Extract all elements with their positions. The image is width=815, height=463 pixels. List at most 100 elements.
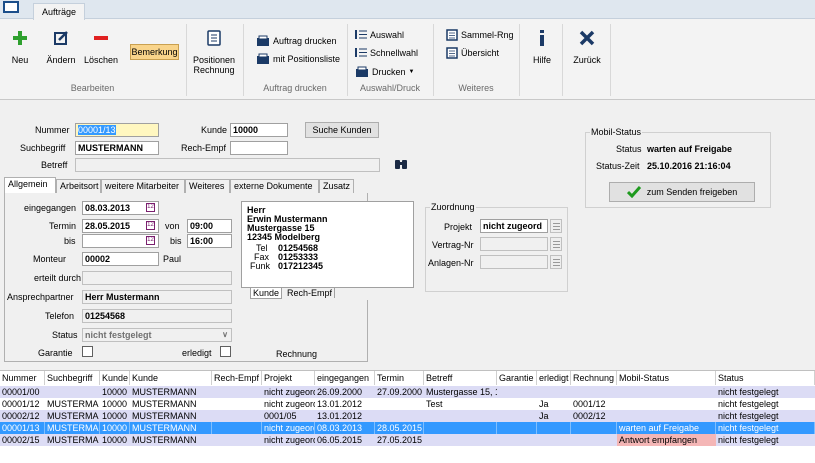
kunde-field[interactable]: 10000 [230, 123, 288, 137]
calendar-icon[interactable]: 12 [146, 221, 155, 230]
monteur-field[interactable]: 00002 [82, 252, 159, 266]
address-tab-rech-empf[interactable]: Rech-Empf [285, 288, 336, 298]
rech-empf-field[interactable] [230, 141, 288, 155]
address-city: 12345 Modelberg [247, 232, 321, 242]
column-header[interactable]: Rechnung [571, 371, 617, 385]
address-tab-kunde[interactable]: Kunde [250, 288, 283, 299]
edit-button[interactable]: Ändern [45, 30, 77, 65]
erledigt-label: erledigt [182, 348, 212, 358]
search-customer-button[interactable]: Suche Kunden [305, 122, 379, 138]
table-row[interactable]: 00002/12 MUSTERMA 10000 MUSTERMANN 0001/05 13… [0, 410, 815, 422]
column-header[interactable]: Suchbegriff [45, 371, 100, 385]
release-send-button[interactable]: zum Senden freigeben [609, 182, 755, 202]
vertrag-lookup-icon[interactable] [550, 237, 562, 251]
table-cell [45, 386, 100, 398]
ansprechpartner-field[interactable]: Herr Mustermann [82, 290, 232, 304]
binoculars-icon[interactable] [394, 157, 408, 171]
table-cell: 10000 [102, 387, 128, 397]
column-header[interactable]: Status [716, 371, 815, 385]
garantie-checkbox[interactable] [82, 346, 93, 357]
column-header[interactable]: Termin [375, 371, 424, 385]
projekt-lookup-icon[interactable] [550, 219, 562, 233]
selection-button[interactable]: Auswahl [355, 29, 404, 40]
column-header[interactable]: Kunde [130, 371, 212, 385]
list-icon [355, 48, 367, 57]
remark-button[interactable]: Bemerkung [130, 44, 179, 60]
table-row[interactable]: 00001/12 MUSTERMA 10000 MUSTERMANN nicht zug… [0, 398, 815, 410]
column-header[interactable]: Rech-Empf [212, 371, 262, 385]
status-label: Status [52, 330, 78, 340]
tab-externe-dokumente[interactable]: externe Dokumente [230, 179, 319, 193]
tab-allgemein[interactable]: Allgemein [4, 177, 56, 193]
status-select[interactable]: nicht festgelegt ∨ [82, 328, 232, 342]
mobile-status-title: Mobil-Status [590, 127, 643, 137]
table-row[interactable]: 00001/13 MUSTERMA 10000 MUSTERMANN nicht zug… [0, 422, 815, 434]
column-header[interactable]: eingegangen [315, 371, 375, 385]
von-time-field[interactable]: 09:00 [187, 219, 232, 233]
anlagen-lookup-icon[interactable] [550, 255, 562, 269]
table-row[interactable]: 00001/00 10000 MUSTERMANN nicht zugeord 26.0… [0, 386, 815, 398]
group-label-bearbeiten: Bearbeiten [70, 83, 115, 93]
table-cell: nicht festgelegt [718, 435, 779, 445]
column-header[interactable]: erledigt [537, 371, 571, 385]
printer-icon [257, 35, 269, 46]
mobile-status-time-value: 25.10.2016 21:16:04 [647, 161, 731, 171]
new-button[interactable]: Neu [8, 30, 32, 65]
tab-zusatz[interactable]: Zusatz [319, 179, 354, 193]
kunde-label: Kunde [201, 125, 228, 135]
erteilt-field[interactable] [82, 271, 232, 285]
print-order-button[interactable]: Auftrag drucken [256, 35, 337, 47]
column-header[interactable]: Mobil-Status [617, 371, 716, 385]
tab-weiteres[interactable]: Weiteres [185, 179, 230, 193]
betreff-label: Betreff [41, 160, 68, 170]
bis-time-field[interactable]: 16:00 [187, 234, 232, 248]
anlagen-label: Anlagen-Nr [428, 258, 474, 268]
quick-select-button[interactable]: Schnellwahl [355, 47, 418, 58]
tab-auftraege[interactable]: Aufträge [33, 3, 85, 20]
column-header[interactable]: Kunde [100, 371, 130, 385]
app-menu-icon[interactable] [3, 1, 19, 13]
table-cell [571, 434, 617, 446]
positions-invoice-button[interactable]: Positionen Rechnung [192, 30, 236, 75]
plus-icon [13, 31, 27, 45]
collective-invoice-button[interactable]: Sammel-Rng [446, 29, 514, 41]
nummer-field[interactable]: 00001/13 [75, 123, 159, 137]
column-header[interactable]: Garantie [497, 371, 537, 385]
suchbegriff-label: Suchbegriff [20, 143, 66, 153]
table-cell: 27.05.2015 [377, 435, 423, 445]
table-cell: nicht zugeord [264, 422, 315, 434]
table-cell: MUSTERMA [47, 399, 99, 409]
table-cell: 08.03.2013 [315, 422, 375, 434]
bis-time-label: bis [170, 236, 182, 246]
suchbegriff-field[interactable]: MUSTERMANN [75, 141, 159, 155]
chevron-down-icon: ∨ [222, 330, 228, 339]
group-label-weiteres: Weiteres [458, 83, 494, 93]
table-row[interactable]: 00002/15 MUSTERMA 10000 MUSTERMANN nicht zug… [0, 434, 815, 446]
betreff-field[interactable] [75, 158, 380, 172]
table-cell [497, 386, 537, 398]
table-cell: 27.09.2000 [377, 387, 423, 397]
delete-button[interactable]: Löschen [83, 30, 119, 65]
overview-button[interactable]: Übersicht [446, 47, 499, 59]
table-cell: 0002/12 [573, 411, 606, 421]
erledigt-checkbox[interactable] [220, 346, 231, 357]
tab-weitere-mitarbeiter[interactable]: weitere Mitarbeiter [101, 179, 185, 193]
table-cell: Mustergasse 15, 1 [426, 387, 497, 397]
column-header[interactable]: Nummer [0, 371, 45, 385]
tab-arbeitsort[interactable]: Arbeitsort [56, 179, 101, 193]
printer-icon [356, 66, 368, 77]
back-button[interactable]: Zurück [569, 30, 605, 65]
vertrag-field[interactable] [480, 237, 548, 251]
calendar-icon[interactable]: 12 [146, 236, 155, 245]
anlagen-field[interactable] [480, 255, 548, 269]
help-button[interactable]: Hilfe [528, 30, 556, 65]
calendar-icon[interactable]: 12 [146, 203, 155, 212]
telefon-field[interactable]: 01254568 [82, 309, 232, 323]
table-cell: 10000 [102, 411, 128, 421]
print-dropdown-button[interactable]: Drucken ▼ [355, 66, 414, 78]
print-with-positions-button[interactable]: mit Positionsliste [256, 53, 340, 65]
column-header[interactable]: Betreff [424, 371, 497, 385]
projekt-field[interactable]: nicht zugeord [480, 219, 548, 233]
table-cell: 13.01.2012 [317, 411, 363, 421]
column-header[interactable]: Projekt [262, 371, 315, 385]
